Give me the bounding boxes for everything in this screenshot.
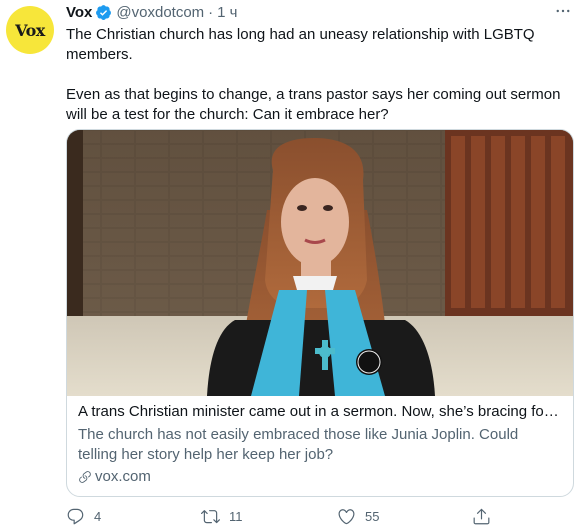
vox-logo: Vox: [15, 20, 45, 40]
reply-icon: [67, 508, 84, 525]
reply-button[interactable]: 4: [66, 507, 101, 526]
retweet-button[interactable]: 11: [201, 507, 243, 526]
retweet-count: 11: [229, 509, 243, 524]
card-domain-text: vox.com: [95, 468, 151, 485]
tweet-paragraph-2: Even as that begins to change, a trans p…: [66, 86, 561, 123]
link-card[interactable]: A trans Christian minister came out in a…: [66, 129, 574, 497]
header-separator: ·: [208, 3, 214, 21]
tweet-header: Vox @voxdotcom · 1 ч: [66, 2, 576, 22]
author-name[interactable]: Vox: [66, 4, 92, 21]
tweet-text: The Christian church has long had an une…: [66, 25, 576, 125]
card-title[interactable]: A trans Christian minister came out in a…: [78, 402, 561, 422]
like-count: 55: [365, 509, 380, 524]
card-body: A trans Christian minister came out in a…: [67, 396, 573, 487]
like-button[interactable]: 55: [337, 507, 379, 526]
tweet-actions: 4 11 55: [66, 507, 576, 529]
author-handle[interactable]: @voxdotcom: [116, 4, 204, 21]
tweet-timestamp[interactable]: 1 ч: [217, 4, 237, 21]
tweet-content: Vox @voxdotcom · 1 ч The Christian churc…: [66, 2, 576, 125]
share-button[interactable]: [472, 507, 491, 526]
link-icon: [79, 471, 91, 483]
reply-count: 4: [94, 509, 102, 524]
tweet[interactable]: Vox Vox @voxdotcom · 1 ч The Christian c…: [0, 0, 584, 529]
card-image[interactable]: [67, 130, 573, 396]
more-icon[interactable]: [554, 2, 572, 24]
verified-badge-icon: [95, 4, 112, 21]
card-domain: vox.com: [78, 467, 561, 487]
heart-icon: [338, 509, 355, 525]
share-icon: [473, 508, 490, 525]
retweet-icon: [201, 510, 220, 524]
card-description: The church has not easily embraced those…: [78, 426, 519, 463]
tweet-paragraph-1: The Christian church has long had an une…: [66, 26, 535, 63]
pastor-photo: [67, 130, 573, 396]
avatar[interactable]: Vox: [6, 6, 54, 54]
